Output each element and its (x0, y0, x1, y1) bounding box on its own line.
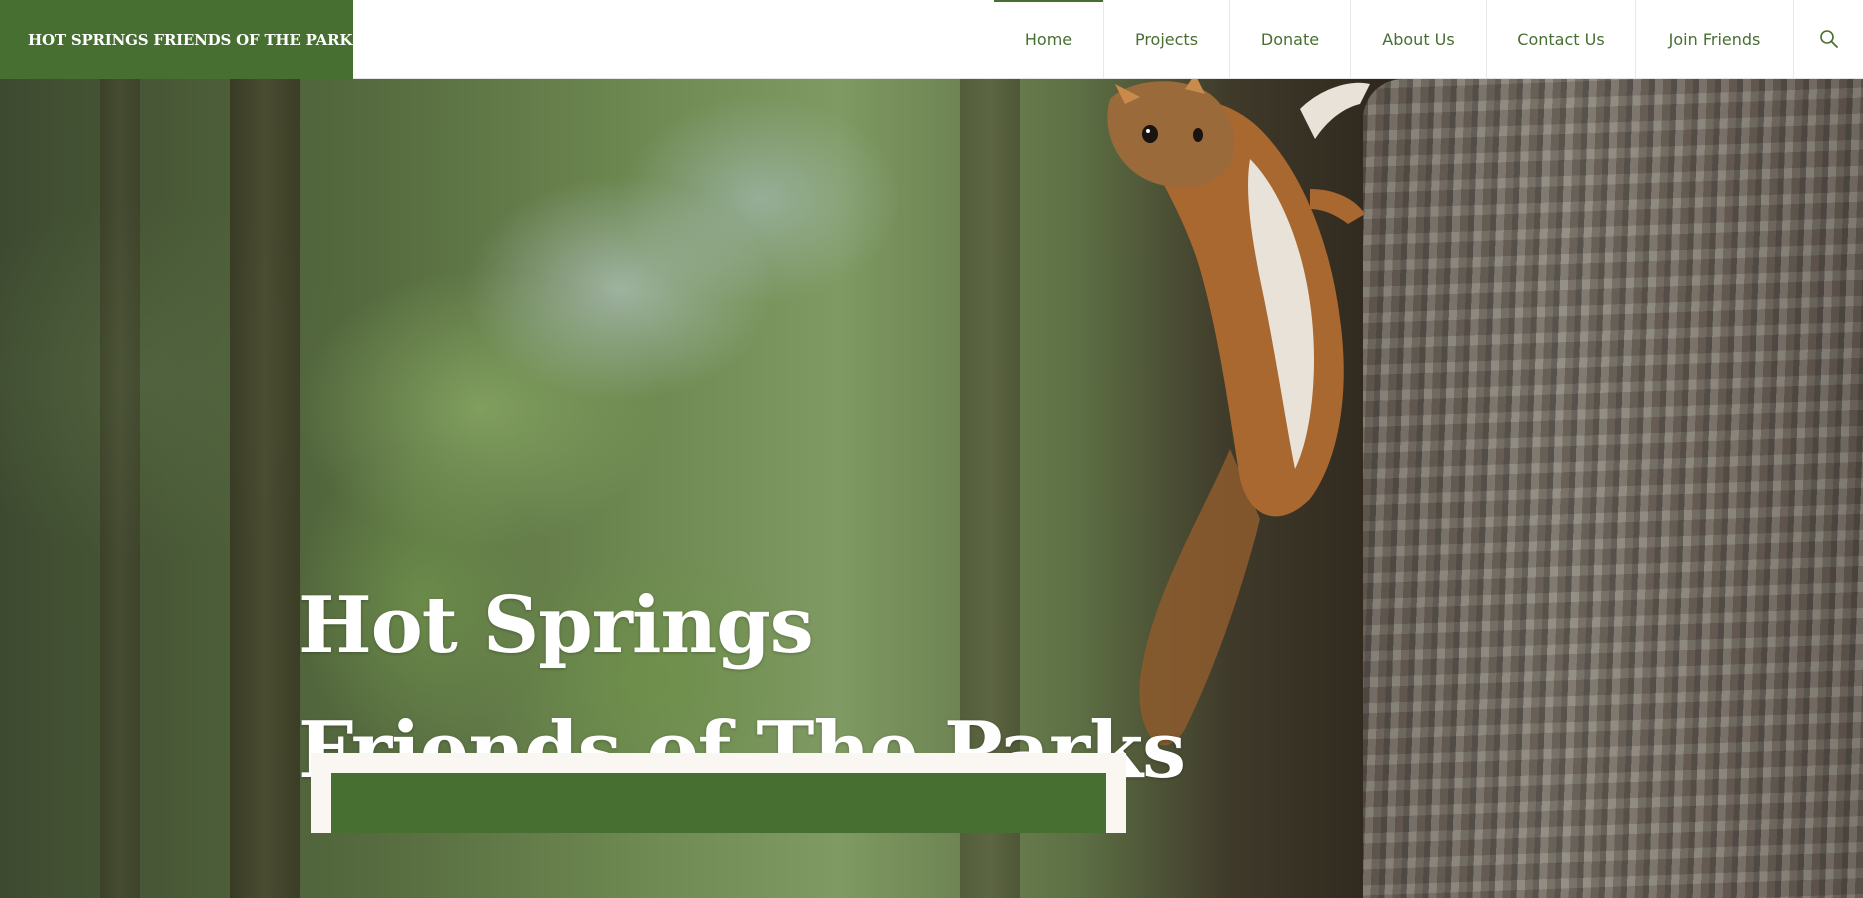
nav-item-join-friends[interactable]: Join Friends (1635, 0, 1793, 78)
nav-item-label[interactable]: Projects (1135, 30, 1198, 49)
nav-item-projects[interactable]: Projects (1103, 0, 1229, 78)
nav-item-label[interactable]: Join Friends (1669, 30, 1761, 49)
search-button[interactable] (1793, 0, 1863, 78)
site-header: HOT SPRINGS FRIENDS OF THE PARKS Home Pr… (0, 0, 1863, 79)
hero-cta-panel[interactable] (331, 773, 1106, 833)
nav-item-home[interactable]: Home (994, 0, 1103, 78)
hero-title-line-1: Hot Springs (298, 580, 814, 671)
nav-item-label[interactable]: About Us (1382, 30, 1454, 49)
nav-item-about-us[interactable]: About Us (1350, 0, 1486, 78)
nav-item-label[interactable]: Donate (1261, 30, 1319, 49)
site-logo[interactable]: HOT SPRINGS FRIENDS OF THE PARKS (0, 0, 363, 79)
site-logo-text[interactable]: HOT SPRINGS FRIENDS OF THE PARKS (28, 31, 363, 49)
tree-bark (1363, 79, 1863, 898)
nav-item-label[interactable]: Contact Us (1517, 30, 1604, 49)
hero-section: Hot Springs Friends of The Parks (0, 79, 1863, 898)
nav-item-contact-us[interactable]: Contact Us (1486, 0, 1635, 78)
nav-item-label[interactable]: Home (1025, 30, 1072, 49)
hero-cta-box (311, 753, 1126, 833)
background-tree-trunk (230, 79, 300, 898)
background-tree-trunk (100, 79, 140, 898)
search-icon (1819, 30, 1838, 48)
main-nav: Home Projects Donate About Us Contact Us… (994, 0, 1863, 79)
squirrel-illustration (1107, 79, 1370, 746)
nav-item-donate[interactable]: Donate (1229, 0, 1350, 78)
